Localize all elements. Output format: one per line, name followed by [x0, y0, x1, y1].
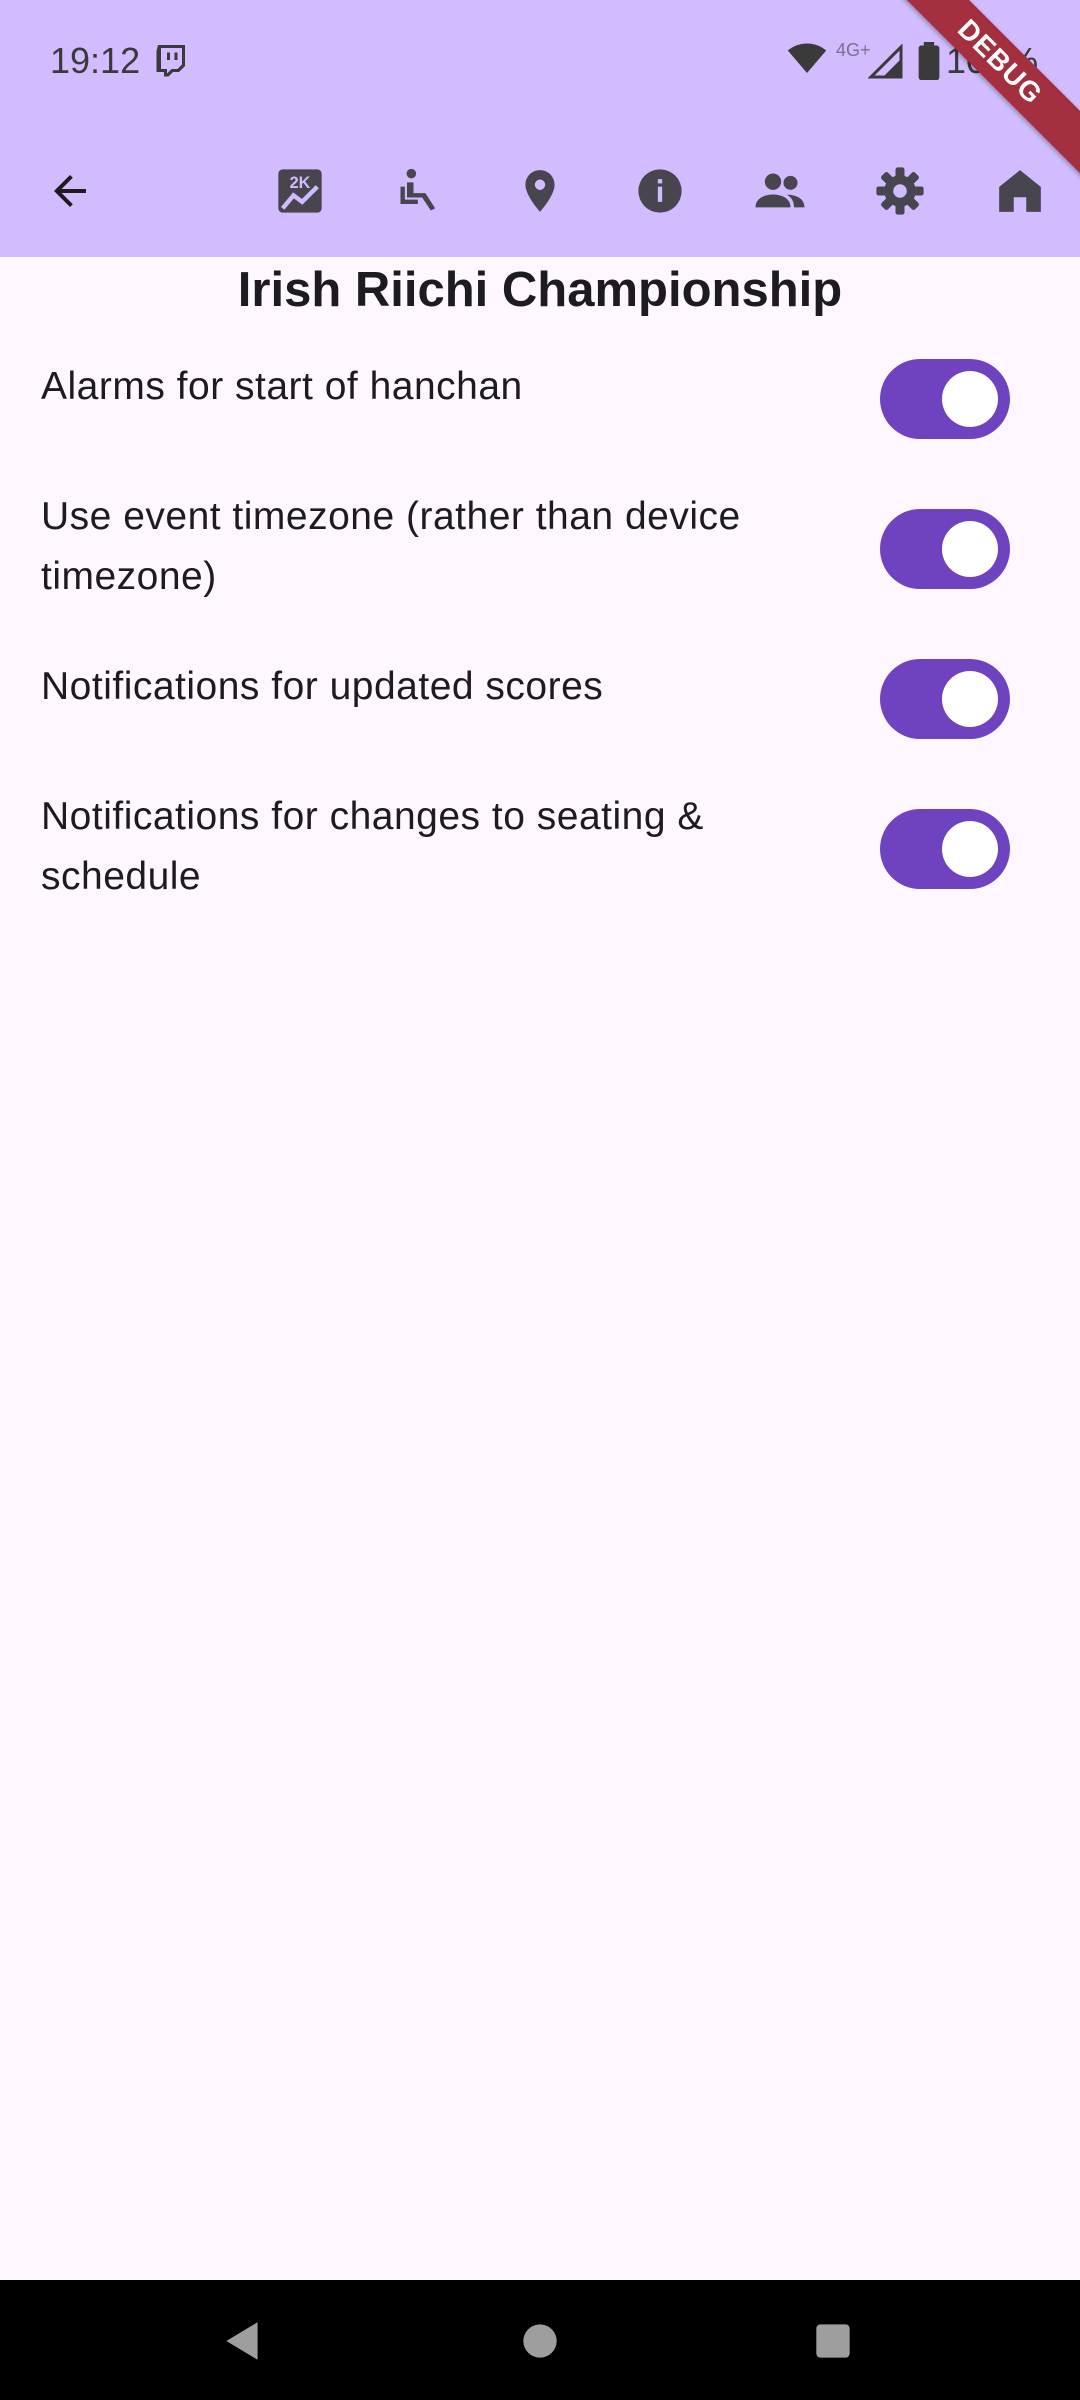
network-type-badge: 4G+: [836, 40, 871, 60]
scores-chart-icon[interactable]: 2K: [264, 155, 336, 227]
wifi-icon: [786, 38, 828, 83]
home-icon[interactable]: [984, 155, 1056, 227]
updated-scores-toggle[interactable]: [880, 659, 1010, 739]
twitch-notification-icon: [152, 42, 188, 83]
home-circle-icon[interactable]: [515, 2316, 565, 2366]
app-bar: 2K: [0, 125, 1080, 257]
setting-row-updated-scores[interactable]: Notifications for updated scores: [0, 655, 1080, 745]
event-timezone-toggle[interactable]: [880, 509, 1010, 589]
toggle-thumb: [942, 671, 998, 727]
status-time: 19:12: [50, 40, 141, 81]
system-navigation-bar: [0, 2280, 1080, 2400]
seating-schedule-toggle[interactable]: [880, 809, 1010, 889]
toggle-thumb: [942, 821, 998, 877]
back-triangle-icon[interactable]: [218, 2316, 268, 2366]
status-bar: 19:12 4G+ 100%: [0, 0, 1080, 125]
setting-row-event-timezone[interactable]: Use event timezone (rather than device t…: [0, 487, 1080, 617]
seating-icon[interactable]: [384, 155, 456, 227]
hanchan-alarms-toggle[interactable]: [880, 359, 1010, 439]
page-title: Irish Riichi Championship: [237, 263, 843, 317]
setting-label: Notifications for updated scores: [41, 665, 604, 708]
toggle-thumb: [942, 371, 998, 427]
setting-label: Use event timezone (rather than device t…: [41, 495, 741, 598]
battery-icon: [918, 42, 940, 85]
back-arrow-icon[interactable]: [34, 155, 106, 227]
players-icon[interactable]: [744, 155, 816, 227]
setting-label: Alarms for start of hanchan: [41, 365, 523, 408]
settings-icon[interactable]: [864, 155, 936, 227]
location-icon[interactable]: [504, 155, 576, 227]
toggle-thumb: [942, 521, 998, 577]
setting-row-seating-schedule[interactable]: Notifications for changes to seating & s…: [0, 787, 1080, 917]
signal-icon: [867, 43, 904, 85]
recents-square-icon[interactable]: [808, 2316, 858, 2366]
setting-row-hanchan-alarms[interactable]: Alarms for start of hanchan: [0, 355, 1080, 445]
svg-text:2K: 2K: [290, 174, 311, 192]
info-icon[interactable]: [624, 155, 696, 227]
setting-label: Notifications for changes to seating & s…: [41, 795, 704, 898]
